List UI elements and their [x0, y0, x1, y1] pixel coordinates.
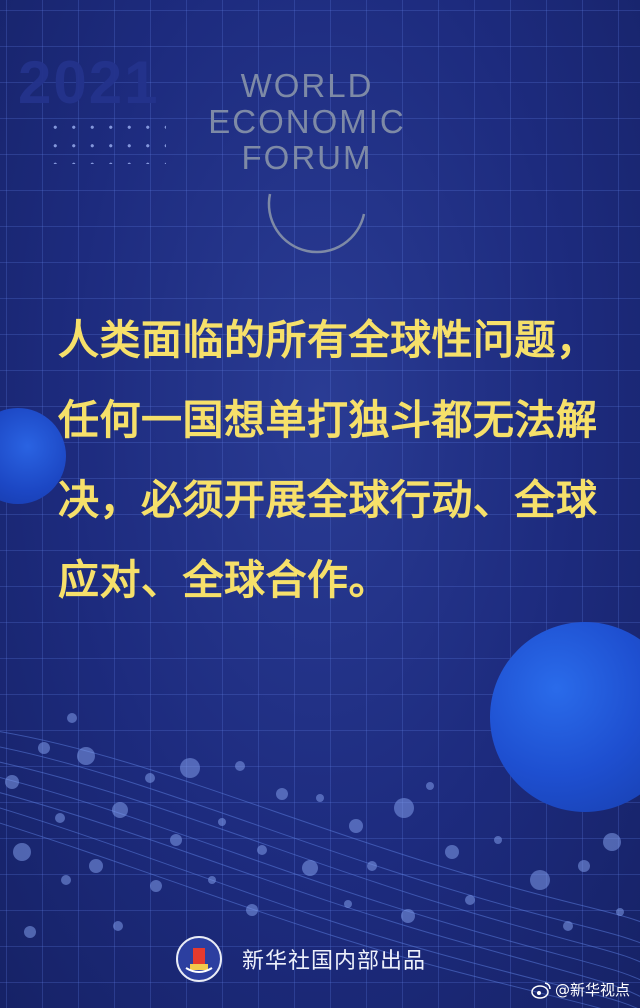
logo-line-world: WORLD: [240, 67, 374, 104]
logo-line-economic: ECONOMIC: [208, 103, 406, 140]
quote-line: 应对、全球合作。: [58, 556, 390, 604]
world-economic-forum-logo: WORLD ECONOMIC FORUM: [192, 66, 422, 254]
weibo-watermark: @新华视点: [531, 979, 630, 1000]
quote-line: 人类面临的所有全球性问题，: [58, 316, 598, 364]
xinhua-emblem-icon: [176, 936, 222, 982]
footer-credit: 新华社国内部出品: [242, 949, 427, 974]
quote-line: 任何一国想单打独斗都无法解: [58, 396, 598, 444]
decorative-sphere-left: [0, 408, 66, 504]
decorative-dot-grid: [46, 118, 166, 164]
year-watermark: 2021: [18, 49, 160, 116]
poster: 2021 WORLD ECONOMIC FORUM 人类面临的所有全球性问题， …: [0, 0, 640, 1008]
weibo-icon: [531, 981, 551, 999]
quote-text: 人类面临的所有全球性问题， 任何一国想单打独斗都无法解 决，必须开展全球行动、全…: [58, 300, 598, 620]
quote-line: 决，必须开展全球行动、全球: [58, 476, 598, 524]
watermark-text: @新华视点: [554, 981, 630, 999]
footer: 新华社国内部出品: [176, 936, 426, 982]
logo-line-forum: FORUM: [241, 139, 373, 176]
